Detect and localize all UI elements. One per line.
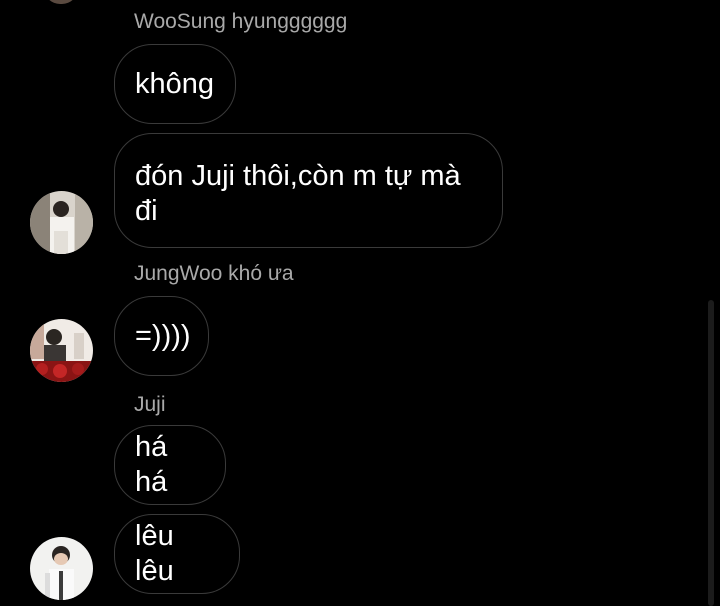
avatar-juji[interactable] xyxy=(30,537,93,600)
message-bubble[interactable]: há há xyxy=(114,425,226,505)
avatar-fragment-top[interactable] xyxy=(44,0,78,4)
sender-name-juji: Juji xyxy=(134,393,166,416)
message-text: đón Juji thôi,còn m tự mà đi xyxy=(135,159,461,227)
sender-name-woosung: WooSung hyungggggg xyxy=(134,10,348,33)
sender-name-jungwoo: JungWoo khó ưa xyxy=(134,262,294,285)
avatar-woosung[interactable] xyxy=(30,191,93,254)
message-bubble[interactable]: =)))) xyxy=(114,296,209,376)
message-text: há há xyxy=(135,431,168,498)
message-bubble[interactable]: đón Juji thôi,còn m tự mà đi xyxy=(114,133,503,248)
message-text: lêu lêu xyxy=(135,520,174,587)
scrollbar[interactable] xyxy=(708,300,714,606)
message-text: =)))) xyxy=(135,319,191,352)
message-bubble[interactable]: không xyxy=(114,44,236,124)
message-text: không xyxy=(135,67,215,100)
avatar-jungwoo[interactable] xyxy=(30,319,93,382)
message-bubble[interactable]: lêu lêu xyxy=(114,514,240,594)
